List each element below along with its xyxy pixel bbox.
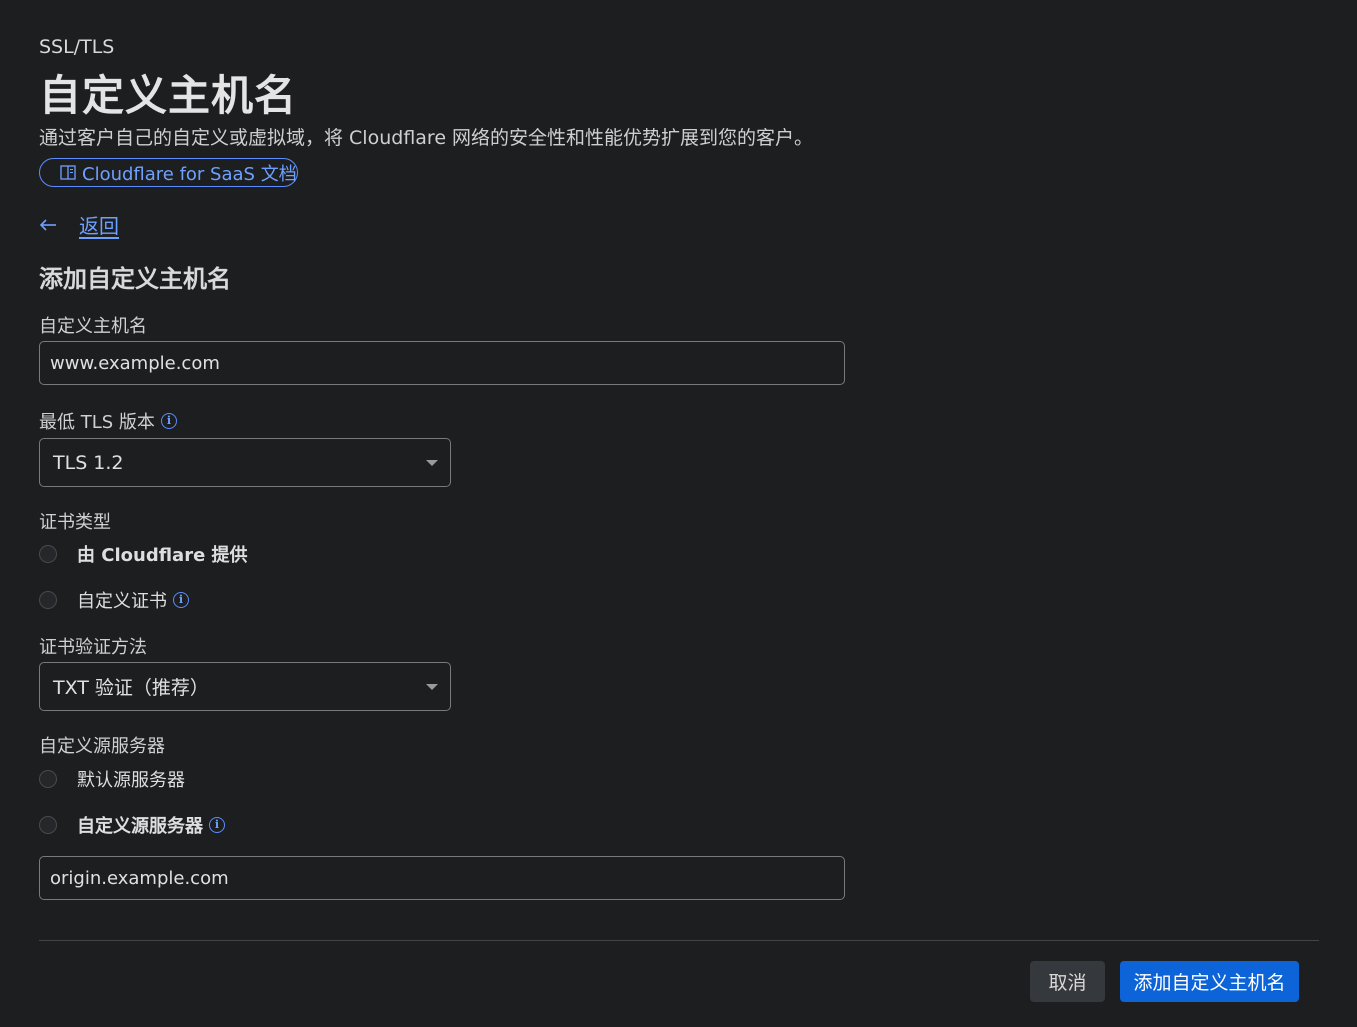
- cert-type-option-label: 由 Cloudflare 提供: [77, 545, 248, 566]
- info-icon[interactable]: i: [209, 817, 225, 833]
- info-icon[interactable]: i: [173, 592, 189, 608]
- cert-type-option-label-text: 自定义证书: [77, 591, 167, 612]
- hostname-label-text: 自定义主机名: [39, 316, 147, 337]
- page-description: 通过客户自己的自定义或虚拟域，将 Cloudflare 网络的安全性和性能优势扩…: [39, 127, 814, 149]
- docs-link[interactable]: Cloudflare for SaaS 文档: [39, 158, 298, 187]
- hostname-input[interactable]: [39, 341, 845, 385]
- min-tls-select[interactable]: TLS 1.2: [39, 438, 451, 487]
- cert-type-option-custom[interactable]: 自定义证书 i: [39, 587, 189, 613]
- info-icon[interactable]: i: [160, 413, 177, 429]
- cert-type-option-label: 自定义证书 i: [77, 587, 189, 613]
- cancel-button[interactable]: 取消: [1030, 961, 1105, 1002]
- min-tls-label-text: 最低 TLS 版本: [39, 412, 155, 433]
- form-section-title: 添加自定义主机名: [39, 265, 231, 293]
- docs-link-label: Cloudflare for SaaS 文档: [82, 163, 297, 185]
- radio-button[interactable]: [39, 545, 57, 563]
- origin-label: 自定义源服务器: [39, 732, 165, 758]
- add-custom-hostname-button[interactable]: 添加自定义主机名: [1120, 961, 1299, 1002]
- breadcrumb: SSL/TLS: [39, 36, 115, 58]
- cert-type-label-text: 证书类型: [39, 512, 111, 533]
- cert-validation-selected: TXT 验证（推荐）: [53, 677, 209, 699]
- origin-option-label: 自定义源服务器 i: [77, 812, 225, 838]
- origin-option-label-text: 自定义源服务器: [77, 816, 203, 837]
- divider: [39, 940, 1319, 941]
- chevron-down-icon: [426, 684, 438, 690]
- origin-option-custom[interactable]: 自定义源服务器 i: [39, 812, 225, 838]
- min-tls-label: 最低 TLS 版本 i: [39, 408, 177, 434]
- book-icon: [60, 165, 76, 180]
- cert-validation-label-text: 证书验证方法: [39, 637, 147, 658]
- cert-type-option-cloudflare[interactable]: 由 Cloudflare 提供: [39, 541, 248, 567]
- hostname-label: 自定义主机名: [39, 312, 147, 338]
- radio-button[interactable]: [39, 770, 57, 788]
- cert-validation-select[interactable]: TXT 验证（推荐）: [39, 662, 451, 711]
- page-title: 自定义主机名: [39, 71, 298, 120]
- radio-button[interactable]: [39, 816, 57, 834]
- origin-input[interactable]: [39, 856, 845, 900]
- back-link[interactable]: 返回: [39, 210, 119, 239]
- arrow-left-icon: [39, 218, 56, 231]
- chevron-down-icon: [426, 460, 438, 466]
- cert-validation-label: 证书验证方法: [39, 633, 147, 659]
- cert-type-label: 证书类型: [39, 508, 111, 534]
- origin-label-text: 自定义源服务器: [39, 736, 165, 757]
- radio-button[interactable]: [39, 591, 57, 609]
- origin-option-label: 默认源服务器: [77, 770, 185, 791]
- min-tls-selected: TLS 1.2: [53, 451, 124, 474]
- origin-option-default[interactable]: 默认源服务器: [39, 766, 185, 792]
- back-link-label: 返回: [79, 214, 119, 238]
